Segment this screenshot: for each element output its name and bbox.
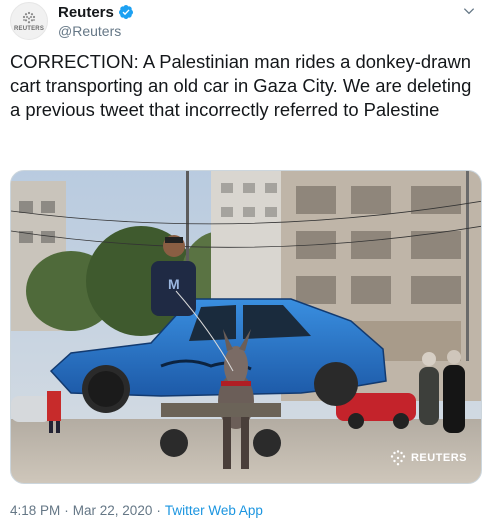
tweet-meta: 4:18 PM · Mar 22, 2020 · Twitter Web App xyxy=(10,503,263,518)
meta-separator: · xyxy=(64,503,69,518)
name-row: Reuters xyxy=(58,2,134,22)
svg-text:M: M xyxy=(168,276,180,292)
avatar-brand-label: REUTERS xyxy=(13,25,45,32)
reuters-logo-icon xyxy=(390,450,406,466)
tweet-card: REUTERS Reuters @Reuters CORRECTION: A P… xyxy=(0,0,488,528)
chevron-down-icon[interactable] xyxy=(462,4,476,18)
tweet-source-link[interactable]: Twitter Web App xyxy=(165,503,263,518)
tweet-photo[interactable]: M REUTERS xyxy=(10,170,482,484)
verified-badge-icon xyxy=(118,5,133,19)
meta-separator: · xyxy=(156,503,161,518)
account-names: Reuters @Reuters xyxy=(58,2,134,39)
reuters-logo-icon xyxy=(20,11,38,25)
photo-donkey-cart-car: M xyxy=(11,171,481,483)
watermark-text: REUTERS xyxy=(410,452,467,464)
tweet-time[interactable]: 4:18 PM xyxy=(10,503,60,518)
tweet-text: CORRECTION: A Palestinian man rides a do… xyxy=(10,51,472,120)
account-handle[interactable]: @Reuters xyxy=(58,23,134,39)
display-name[interactable]: Reuters xyxy=(58,4,114,21)
tweet-date[interactable]: Mar 22, 2020 xyxy=(73,503,153,518)
photo-watermark: REUTERS xyxy=(389,449,467,467)
tweet-header: REUTERS Reuters @Reuters xyxy=(10,2,478,40)
avatar[interactable]: REUTERS xyxy=(10,2,48,40)
